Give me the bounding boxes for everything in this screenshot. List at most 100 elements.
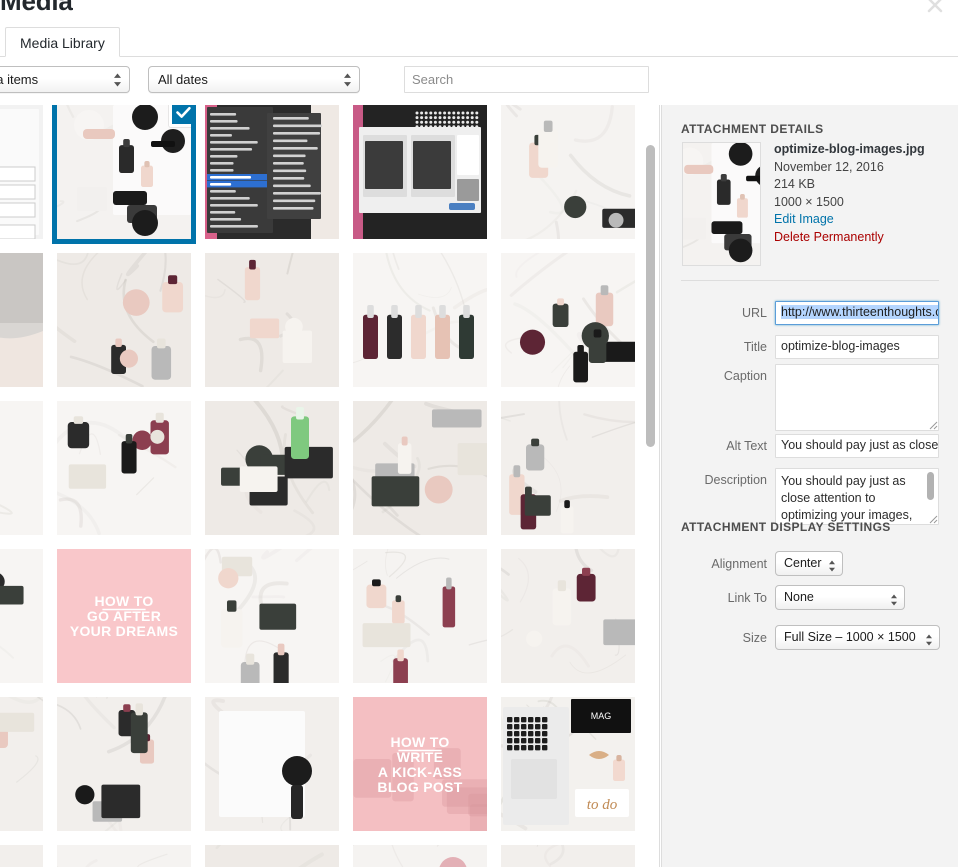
media-toolbar: All media items All dates Search [0,57,958,105]
media-item[interactable] [0,697,43,831]
media-thumbnail [205,253,339,387]
media-thumbnail [501,253,635,387]
media-thumbnail [353,549,487,683]
url-label: URL [741,306,767,320]
media-modal: Media Media Library All media items All … [0,0,958,867]
date-filter-value: All dates [158,72,208,87]
media-item-selected[interactable] [52,105,196,244]
tab-media-library[interactable]: Media Library [5,27,120,57]
description-textarea[interactable]: You should pay just as close attention t… [775,468,939,525]
media-item[interactable] [57,549,191,683]
checkmark-icon[interactable] [169,105,191,127]
media-item[interactable] [0,401,43,535]
media-type-filter[interactable]: All media items [0,66,130,93]
media-thumbnail [0,845,43,867]
date-filter[interactable]: All dates [148,66,360,93]
title-input[interactable]: optimize-blog-images [775,335,939,359]
chevron-updown-icon [113,72,122,87]
media-thumbnail [57,401,191,535]
media-item[interactable] [57,697,191,831]
media-item[interactable] [353,845,487,867]
attachment-meta: optimize-blog-images.jpg November 12, 20… [774,141,954,246]
media-thumbnail [205,549,339,683]
media-item[interactable] [0,253,43,387]
media-thumbnail [0,549,43,683]
media-thumbnail [205,845,339,867]
attachment-details-panel: ATTACHMENT DETAILS optimize-blog-images.… [661,105,958,867]
details-divider [681,280,939,281]
media-thumbnail [57,253,191,387]
media-thumbnail [501,549,635,683]
media-item[interactable] [205,105,339,239]
caption-label: Caption [723,369,767,383]
media-thumbnail [0,253,43,387]
media-item[interactable] [353,697,487,831]
media-item[interactable] [205,845,339,867]
search-input[interactable]: Search [404,66,649,93]
media-thumbnail [57,845,191,867]
media-thumbnail [501,697,635,831]
attachment-filename: optimize-blog-images.jpg [774,142,925,156]
media-item[interactable] [0,105,43,239]
media-item[interactable] [205,549,339,683]
media-item[interactable] [501,253,635,387]
size-select[interactable]: Full Size – 1000 × 1500 [775,625,940,650]
media-thumbnail [501,105,635,239]
media-item[interactable] [57,253,191,387]
media-thumbnail [353,845,487,867]
chevron-updown-icon [890,591,898,605]
link-to-select[interactable]: None [775,585,905,610]
media-item[interactable] [0,549,43,683]
link-to-label: Link To [727,591,767,605]
size-label: Size [742,631,767,645]
alt-text-input[interactable]: You should pay just as close attention t… [775,434,939,458]
media-thumbnail [353,401,487,535]
media-item[interactable] [353,549,487,683]
alt-text-label: Alt Text [726,439,767,453]
media-thumbnail [0,697,43,831]
size-value: Full Size – 1000 × 1500 [784,630,916,644]
media-type-filter-value: All media items [0,72,39,87]
media-item[interactable] [501,105,635,239]
caption-textarea[interactable] [775,364,939,431]
media-item[interactable] [353,105,487,239]
media-item[interactable] [0,845,43,867]
media-item[interactable] [501,845,635,867]
media-item[interactable] [353,253,487,387]
media-item[interactable] [501,401,635,535]
attachment-filesize: 214 KB [774,177,816,191]
alignment-value: Center [784,556,822,570]
attachment-date: November 12, 2016 [774,159,884,174]
media-item[interactable] [205,697,339,831]
link-to-value: None [784,590,814,604]
edit-image-link[interactable]: Edit Image [774,211,954,229]
tab-bar: Media Library [0,14,958,57]
media-item[interactable] [501,549,635,683]
chevron-updown-icon [925,631,933,645]
alignment-select[interactable]: Center [775,551,843,576]
url-input-value: http://www.thirteenthoughts.com/wp-conte… [781,305,938,319]
attachment-thumbnail[interactable] [682,142,761,266]
media-item[interactable] [501,697,635,831]
media-thumbnail [501,845,635,867]
media-thumbnail [205,105,339,239]
media-grid-scrollbar[interactable] [646,145,655,447]
media-thumbnail [0,105,43,239]
media-item[interactable] [205,401,339,535]
title-label: Title [743,340,767,354]
media-item[interactable] [205,253,339,387]
media-thumbnail [57,549,191,683]
chevron-updown-icon [828,557,836,571]
media-item[interactable] [57,401,191,535]
chevron-updown-icon [343,72,352,87]
media-grid-area[interactable] [0,105,660,867]
media-thumbnail [0,401,43,535]
media-thumbnail [353,253,487,387]
description-scrollbar[interactable] [927,472,934,500]
media-item[interactable] [57,845,191,867]
media-thumbnail [205,401,339,535]
media-item[interactable] [353,401,487,535]
display-settings-heading: ATTACHMENT DISPLAY SETTINGS [681,520,891,534]
url-input[interactable]: http://www.thirteenthoughts.com/wp-conte… [775,301,939,325]
delete-permanently-link[interactable]: Delete Permanently [774,229,954,247]
